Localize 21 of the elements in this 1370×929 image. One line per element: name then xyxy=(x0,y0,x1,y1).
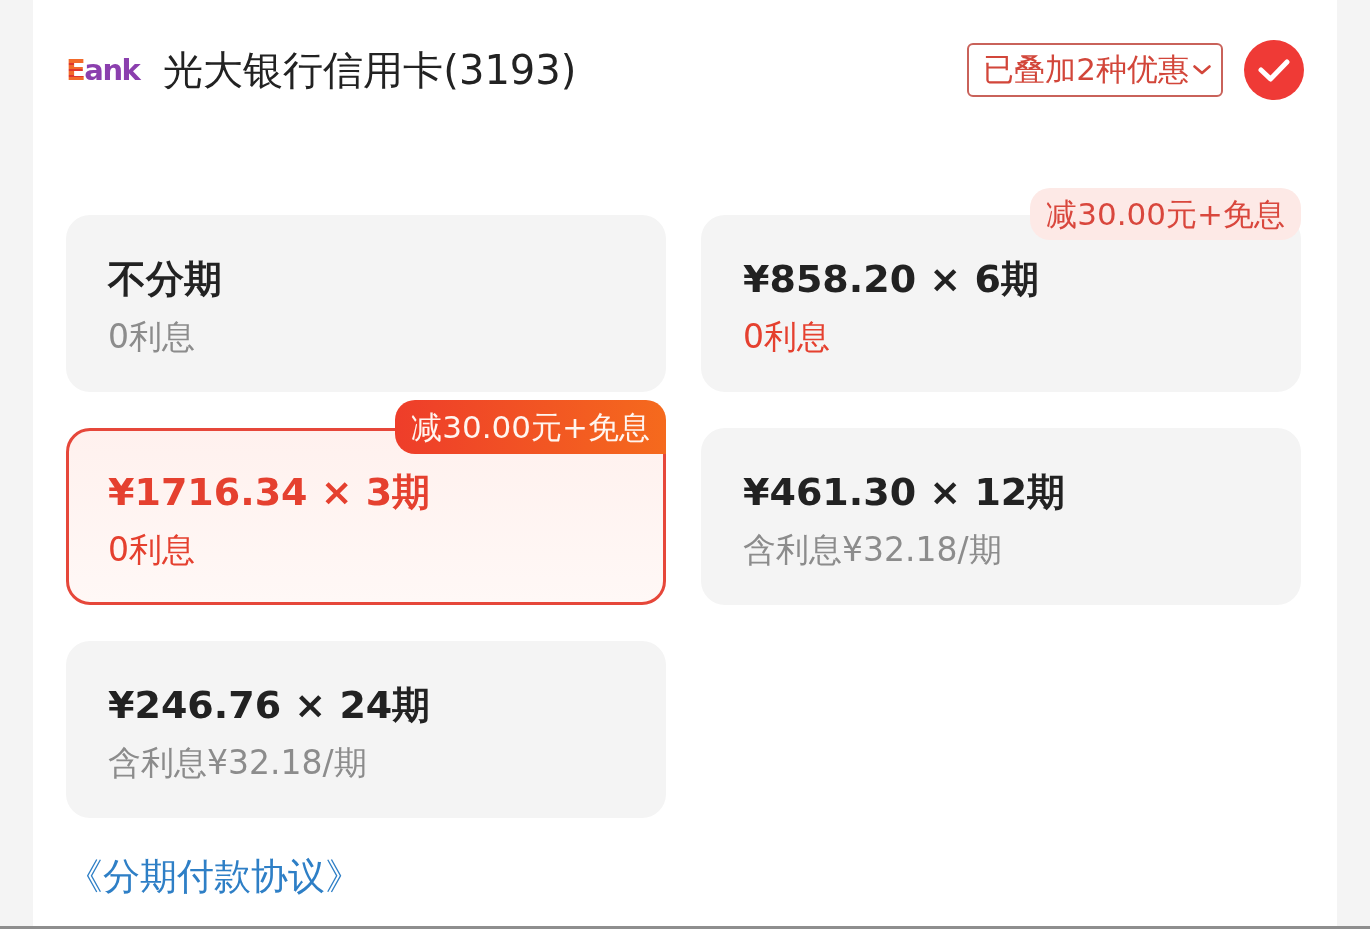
chevron-down-icon xyxy=(1193,65,1211,75)
installment-option-card[interactable]: 不分期 0利息 xyxy=(66,215,666,392)
bank-logo: Eank xyxy=(66,52,140,88)
installment-option-card[interactable]: ¥246.76 × 24期 含利息¥32.18/期 xyxy=(66,641,666,818)
installment-amount: ¥246.76 × 24期 xyxy=(108,682,431,729)
interest-info: 0利息 xyxy=(743,316,830,358)
card-title: 光大银行信用卡(3193) xyxy=(163,46,577,95)
interest-info: 0利息 xyxy=(108,316,195,358)
interest-info: 含利息¥32.18/期 xyxy=(743,529,1002,571)
interest-info: 含利息¥32.18/期 xyxy=(108,742,367,784)
interest-info: 0利息 xyxy=(108,529,195,571)
installment-amount: ¥858.20 × 6期 xyxy=(743,256,1039,303)
promo-tag: 减30.00元+免息 xyxy=(395,400,666,454)
installment-amount: 不分期 xyxy=(108,256,222,303)
installment-amount: ¥1716.34 × 3期 xyxy=(108,469,431,516)
discount-dropdown-button[interactable]: 已叠加2种优惠 xyxy=(967,43,1223,97)
agreement-link[interactable]: 《分期付款协议》 xyxy=(66,854,362,900)
promo-tag: 减30.00元+免息 xyxy=(1030,188,1301,240)
installment-option-card[interactable]: ¥461.30 × 12期 含利息¥32.18/期 xyxy=(701,428,1301,605)
installment-amount: ¥461.30 × 12期 xyxy=(743,469,1066,516)
check-circle-icon[interactable] xyxy=(1244,40,1304,100)
